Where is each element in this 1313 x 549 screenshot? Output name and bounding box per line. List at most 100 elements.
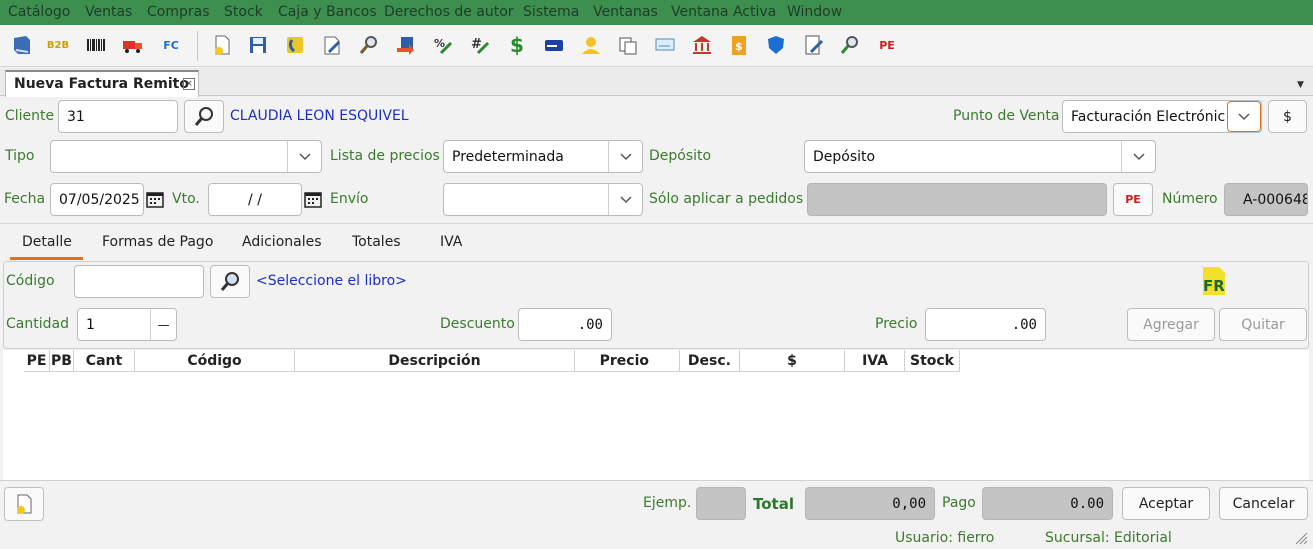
cheque-icon[interactable] (654, 34, 676, 56)
col-descripcion[interactable]: Descripción (295, 350, 575, 372)
deposito-label: Depósito (649, 148, 712, 164)
search-zoom-icon[interactable] (839, 34, 861, 56)
col-precio[interactable]: Precio (575, 350, 680, 372)
agregar-button[interactable]: Agregar (1127, 308, 1215, 341)
pago-field: 0.00 (982, 487, 1113, 520)
solo-pedidos-label: Sólo aplicar a pedidos (649, 191, 804, 207)
menu-derechos-autor[interactable]: Derechos de autor (384, 4, 514, 20)
total-label: Total (753, 495, 794, 513)
calendar-icon[interactable] (145, 189, 165, 209)
quitar-button[interactable]: Quitar (1219, 308, 1307, 341)
col-iva[interactable]: IVA (845, 350, 905, 372)
col-pb[interactable]: PB (50, 350, 74, 372)
menu-window[interactable]: Window (787, 4, 842, 20)
menu-ventana-activa[interactable]: Ventana Activa (671, 4, 776, 20)
shield-icon[interactable] (765, 34, 787, 56)
lista-precios-value: Predeterminada (452, 148, 564, 165)
fr-icon[interactable]: FR (1199, 265, 1231, 297)
menu-ventas[interactable]: Ventas (85, 4, 132, 20)
barcode-icon[interactable] (85, 34, 107, 56)
percent-edit-icon[interactable]: % (432, 34, 454, 56)
pe-button[interactable]: PE (1113, 183, 1153, 216)
new-document-icon[interactable] (211, 34, 233, 56)
descuento-field[interactable]: .00 (518, 308, 612, 341)
close-tab-icon[interactable]: × (183, 78, 195, 90)
resize-grip-icon[interactable] (1294, 531, 1308, 545)
card-icon[interactable] (543, 34, 565, 56)
menu-stock[interactable]: Stock (224, 4, 263, 20)
bank-icon[interactable] (691, 34, 713, 56)
tab-totales[interactable]: Totales (352, 234, 401, 250)
cliente-search-button[interactable] (184, 100, 224, 133)
edit-document-icon[interactable] (321, 34, 343, 56)
cantidad-unit: — (150, 309, 176, 340)
fc-icon[interactable]: FC (160, 34, 182, 56)
precio-field[interactable]: .00 (925, 308, 1046, 341)
codigo-search-button[interactable] (210, 265, 250, 298)
deposito-select[interactable]: Depósito (804, 140, 1156, 173)
chevron-down-icon[interactable] (608, 141, 642, 172)
menu-caja-bancos[interactable]: Caja y Bancos (278, 4, 377, 20)
detail-table[interactable]: PE PB Cant Código Descripción Precio Des… (3, 350, 1309, 480)
col-desc[interactable]: Desc. (680, 350, 740, 372)
active-tab-indicator (10, 257, 83, 260)
col-cant[interactable]: Cant (74, 350, 135, 372)
menu-compras[interactable]: Compras (147, 4, 210, 20)
tab-iva[interactable]: IVA (440, 234, 462, 250)
menu-catalogo[interactable]: Catálogo (8, 4, 70, 20)
tab-adicionales[interactable]: Adicionales (242, 234, 322, 250)
truck-icon[interactable] (122, 34, 144, 56)
vto-field[interactable]: / / (208, 183, 302, 216)
search-magnifier-icon[interactable] (358, 34, 380, 56)
transfer-icon[interactable] (395, 34, 417, 56)
tab-nueva-factura-remito[interactable]: Nueva Factura Remito × (5, 70, 199, 97)
chevron-down-icon[interactable] (1227, 101, 1261, 132)
aceptar-button[interactable]: Aceptar (1122, 487, 1210, 520)
tab-menu-chevron-icon[interactable]: ▼ (1297, 80, 1304, 90)
envio-select[interactable] (443, 183, 643, 216)
cantidad-value: 1 (86, 316, 95, 333)
calendar-icon[interactable] (303, 189, 323, 209)
pe-icon[interactable]: PE (876, 34, 898, 56)
deposito-value: Depósito (813, 148, 876, 165)
toolbar: B2B FC % # $ $ PE (0, 25, 1313, 67)
copy-documents-icon[interactable] (617, 34, 639, 56)
book-icon[interactable] (11, 34, 33, 56)
fecha-field[interactable]: 07/05/2025 (50, 183, 144, 216)
receipt-icon[interactable] (284, 34, 306, 56)
cliente-field[interactable]: 31 (58, 100, 178, 133)
tab-formas-pago[interactable]: Formas de Pago (102, 234, 213, 250)
search-icon (194, 106, 213, 126)
punto-venta-select[interactable]: Facturación Electrónic (1062, 100, 1262, 133)
lista-precios-select[interactable]: Predeterminada (443, 140, 643, 173)
chevron-down-icon[interactable] (1121, 141, 1155, 172)
save-icon[interactable] (247, 34, 269, 56)
col-stock[interactable]: Stock (905, 350, 960, 372)
currency-button[interactable]: $ (1268, 100, 1307, 133)
col-dollar[interactable]: $ (740, 350, 845, 372)
hash-edit-icon[interactable]: # (469, 34, 491, 56)
fr-badge: FR (1203, 277, 1225, 295)
calculator-edit-icon[interactable] (802, 34, 824, 56)
tipo-select[interactable] (50, 140, 322, 173)
col-pe[interactable]: PE (24, 350, 50, 372)
user-icon[interactable] (580, 34, 602, 56)
cancelar-button[interactable]: Cancelar (1219, 487, 1308, 520)
ejemplares-label: Ejemp. (643, 495, 692, 511)
tab-detalle[interactable]: Detalle (22, 234, 72, 250)
chevron-down-icon[interactable] (608, 184, 642, 215)
menu-sistema[interactable]: Sistema (523, 4, 579, 20)
col-codigo[interactable]: Código (135, 350, 295, 372)
menu-ventanas[interactable]: Ventanas (593, 4, 658, 20)
b2b-icon[interactable]: B2B (47, 34, 69, 56)
dollar-icon[interactable]: $ (506, 33, 528, 57)
new-line-button[interactable] (4, 487, 44, 521)
codigo-field[interactable] (74, 265, 204, 298)
cantidad-field[interactable]: 1 — (77, 308, 177, 341)
precio-label: Precio (875, 316, 918, 332)
chevron-down-icon[interactable] (287, 141, 321, 172)
book-hint: <Seleccione el libro> (256, 273, 407, 289)
pago-label: Pago (942, 495, 976, 511)
numero-field: A-000648 (1224, 183, 1308, 216)
invoice-dollar-icon[interactable]: $ (728, 34, 750, 56)
